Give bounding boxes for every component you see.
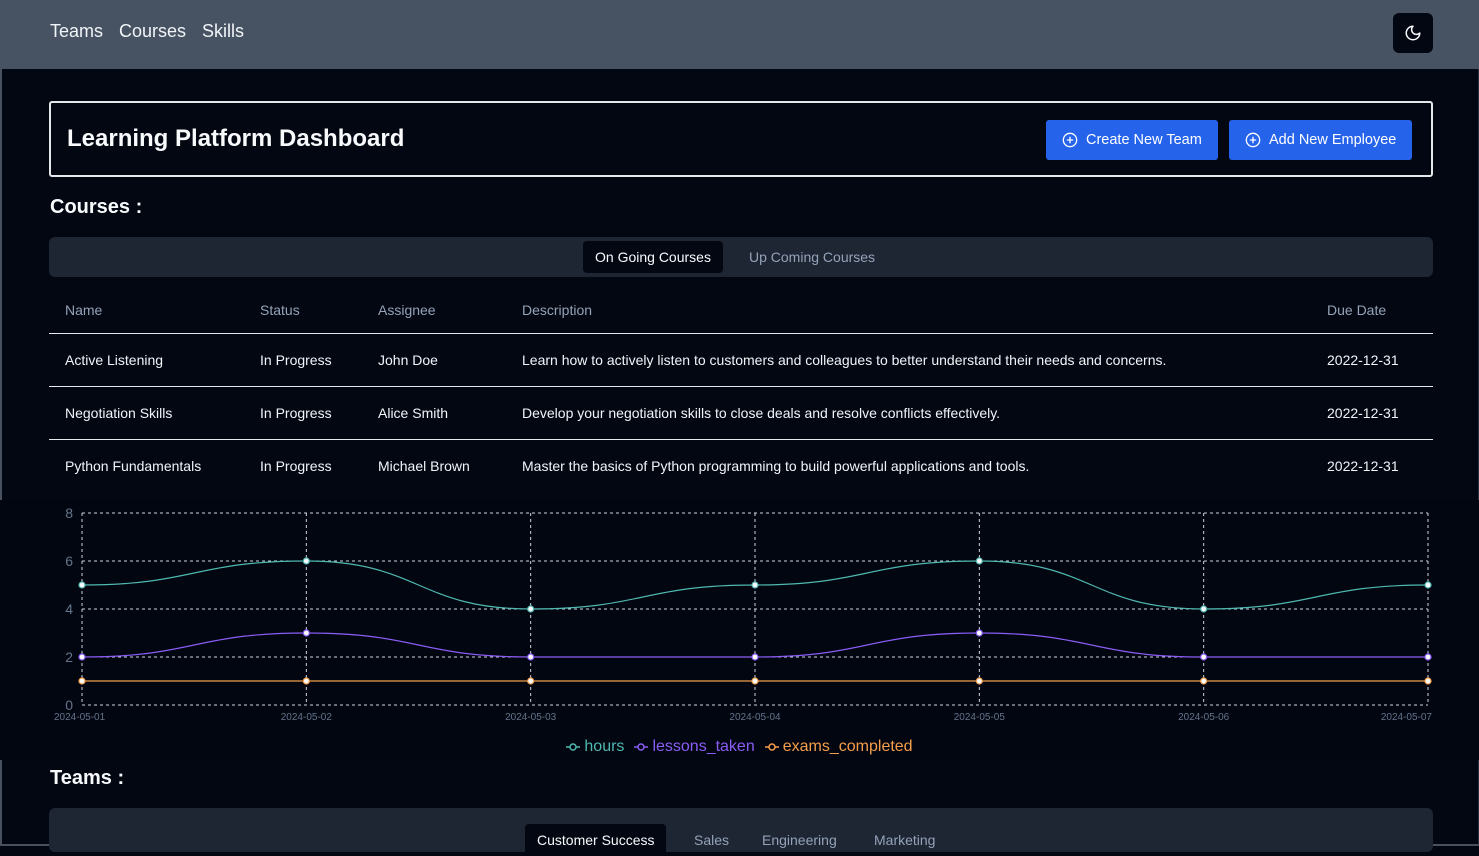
legend-label: hours (584, 738, 625, 755)
line-chart-svg: 0 2 4 6 8 2024-05-01 2024-05-02 2024-05-03 2024-… (54, 505, 1433, 723)
courses-table: Name Status Assignee Description Due Dat… (49, 288, 1433, 492)
data-point-exams_completed (751, 677, 759, 685)
table-header-row: Name Status Assignee Description Due Dat… (49, 288, 1433, 334)
nav-courses[interactable]: Courses (119, 21, 186, 42)
legend-item-exams_completed[interactable]: exams_completed (764, 738, 913, 756)
x-tick-label: 2024-05-02 (281, 712, 333, 723)
plus-circle-icon (1062, 132, 1078, 148)
legend-label: lessons_taken (652, 738, 755, 755)
col-status[interactable]: Status (244, 288, 362, 334)
cell-description: Learn how to actively listen to customer… (506, 333, 1311, 387)
data-point-lessons_taken (1200, 653, 1208, 661)
data-point-hours (527, 605, 535, 613)
tab-customer-success[interactable]: Customer Success (525, 824, 667, 856)
tab-sales[interactable]: Sales (682, 824, 741, 856)
cell-due-date: 2022-12-31 (1311, 333, 1433, 387)
x-tick-label: 2024-05-03 (505, 712, 557, 723)
activity-chart: 0 2 4 6 8 2024-05-01 2024-05-02 2024-05-03 2024-… (0, 500, 1479, 760)
cell-assignee: Michael Brown (378, 457, 470, 474)
tab-marketing[interactable]: Marketing (862, 824, 947, 856)
legend-marker-icon (566, 743, 581, 751)
data-point-exams_completed (302, 677, 310, 685)
data-point-lessons_taken (527, 653, 535, 661)
data-point-exams_completed (975, 677, 983, 685)
courses-section-title: Courses : (50, 196, 143, 218)
cell-description: Master the basics of Python programming … (522, 457, 1030, 474)
legend-label: exams_completed (782, 738, 913, 755)
data-point-exams_completed (1424, 677, 1432, 685)
col-due-date[interactable]: Due Date (1311, 288, 1433, 334)
legend-marker-icon (634, 743, 649, 751)
cell-description: Develop your negotiation skills to close… (506, 386, 1311, 440)
cell-status: In Progress (244, 386, 362, 440)
y-tick-label: 4 (65, 601, 73, 617)
data-point-hours (78, 581, 86, 589)
table-row[interactable]: Negotiation Skills In Progress Alice Smi… (49, 386, 1433, 440)
y-tick-label: 2 (65, 649, 73, 665)
data-point-lessons_taken (302, 629, 310, 637)
nav-teams[interactable]: Teams (50, 21, 103, 42)
y-tick-label: 8 (65, 505, 73, 521)
create-team-button[interactable]: Create New Team (1046, 120, 1218, 160)
x-tick-label: 2024-05-01 (54, 712, 106, 723)
plus-circle-icon (1245, 132, 1261, 148)
data-point-hours (751, 581, 759, 589)
x-tick-label: 2024-05-05 (954, 712, 1006, 723)
page-title: Learning Platform Dashboard (67, 125, 405, 152)
data-point-exams_completed (1200, 677, 1208, 685)
cell-due-date: 2022-12-31 (1311, 386, 1433, 440)
x-tick-label: 2024-05-07 (1381, 712, 1433, 723)
col-assignee[interactable]: Assignee (362, 288, 506, 334)
col-name[interactable]: Name (49, 288, 244, 334)
data-point-hours (302, 557, 310, 565)
data-point-lessons_taken (751, 653, 759, 661)
x-tick-label: 2024-05-06 (1178, 712, 1230, 723)
teams-section-title: Teams : (50, 767, 125, 789)
tab-ongoing-courses[interactable]: On Going Courses (583, 241, 723, 273)
col-description[interactable]: Description (506, 288, 1311, 334)
top-navbar: Teams Courses Skills (0, 0, 1479, 69)
table-row[interactable]: Python Fundamentals In Progress Michael … (49, 439, 1433, 492)
data-point-hours (1424, 581, 1432, 589)
data-point-lessons_taken (975, 629, 983, 637)
table-row[interactable]: Active Listening In Progress John Doe Le… (49, 333, 1433, 387)
data-point-exams_completed (78, 677, 86, 685)
y-tick-label: 0 (65, 697, 73, 713)
add-employee-button[interactable]: Add New Employee (1229, 120, 1413, 160)
nav-skills[interactable]: Skills (202, 21, 244, 42)
legend-marker-icon (764, 743, 779, 751)
teams-tabbar: Customer Success Sales Engineering Marke… (49, 808, 1433, 856)
legend-item-hours[interactable]: hours (566, 738, 624, 756)
cell-assignee: John Doe (362, 333, 506, 387)
cell-status: In Progress (260, 457, 332, 474)
data-point-lessons_taken (78, 653, 86, 661)
data-point-hours (1200, 605, 1208, 613)
cell-status: In Progress (244, 333, 362, 387)
moon-icon (1405, 25, 1421, 41)
create-team-label: Create New Team (1086, 132, 1202, 148)
data-point-exams_completed (527, 677, 535, 685)
y-tick-label: 6 (65, 553, 73, 569)
tab-upcoming-courses[interactable]: Up Coming Courses (737, 241, 887, 273)
cell-name: Active Listening (49, 333, 244, 387)
cell-due-date: 2022-12-31 (1327, 457, 1399, 474)
data-point-lessons_taken (1424, 653, 1432, 661)
dashboard-header: Learning Platform Dashboard Create New T… (49, 101, 1433, 177)
data-point-hours (975, 557, 983, 565)
x-tick-label: 2024-05-04 (729, 712, 781, 723)
tab-engineering[interactable]: Engineering (750, 824, 849, 856)
cell-assignee: Alice Smith (362, 386, 506, 440)
main-nav: Teams Courses Skills (50, 21, 244, 42)
legend-item-lessons_taken[interactable]: lessons_taken (634, 738, 755, 756)
courses-tabbar: On Going Courses Up Coming Courses (49, 237, 1433, 277)
cell-name: Negotiation Skills (49, 386, 244, 440)
cell-name: Python Fundamentals (65, 457, 202, 474)
theme-toggle-button[interactable] (1393, 13, 1433, 53)
add-employee-label: Add New Employee (1269, 132, 1397, 148)
chart-legend: hours lessons_taken exams_completed (0, 738, 1479, 756)
